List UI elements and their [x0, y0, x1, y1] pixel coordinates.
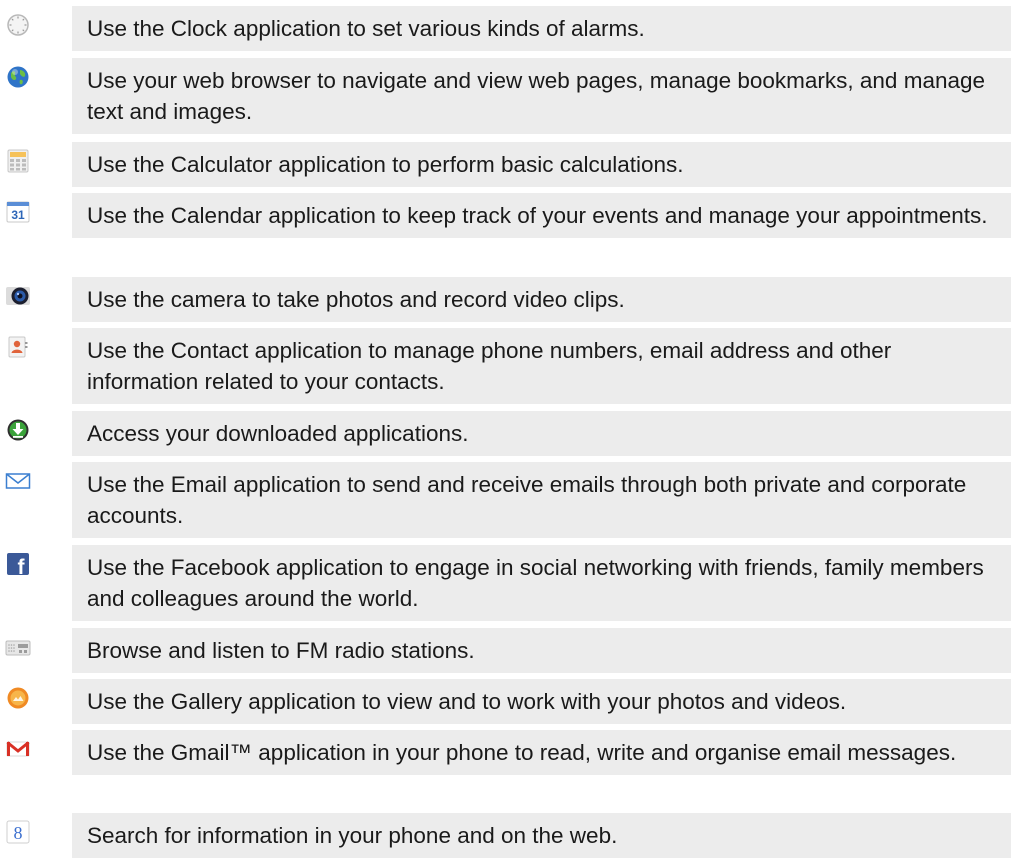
list-item-text: Use the Clock application to set various… [72, 6, 1011, 51]
calendar-icon-label: 31 [11, 208, 25, 222]
calendar-icon: 31 [5, 199, 31, 225]
clock-icon [5, 12, 31, 38]
list-item-text: Use the Email application to send and re… [72, 462, 1011, 538]
gmail-icon [5, 736, 31, 762]
list-item-text: Use the Gallery application to view and … [72, 679, 1011, 724]
gallery-icon [5, 685, 31, 711]
facebook-icon-label: f [18, 556, 26, 577]
email-envelope-icon [5, 468, 31, 494]
list-item-text: Use the camera to take photos and record… [72, 277, 1011, 322]
list-item-text: Use your web browser to navigate and vie… [72, 58, 1011, 134]
camera-icon [5, 283, 31, 309]
fm-radio-icon [5, 634, 31, 660]
browser-globe-icon [5, 64, 31, 90]
google-search-icon-label: 8 [14, 823, 23, 843]
list-item-text: Access your downloaded applications. [72, 411, 1011, 456]
list-item-text: Browse and listen to FM radio stations. [72, 628, 1011, 673]
list-item-text: Use the Calendar application to keep tra… [72, 193, 1011, 238]
facebook-icon: f [5, 551, 31, 577]
calculator-icon [5, 148, 31, 174]
list-item-text: Use the Facebook application to engage i… [72, 545, 1011, 621]
list-item-text: Use the Gmail™ application in your phone… [72, 730, 1011, 775]
google-search-icon: 8 [5, 819, 31, 845]
download-icon [5, 417, 31, 443]
list-item-text: Use the Calculator application to perfor… [72, 142, 1011, 187]
list-item-text: Search for information in your phone and… [72, 813, 1011, 858]
contacts-icon [5, 334, 31, 360]
list-item-text: Use the Contact application to manage ph… [72, 328, 1011, 404]
